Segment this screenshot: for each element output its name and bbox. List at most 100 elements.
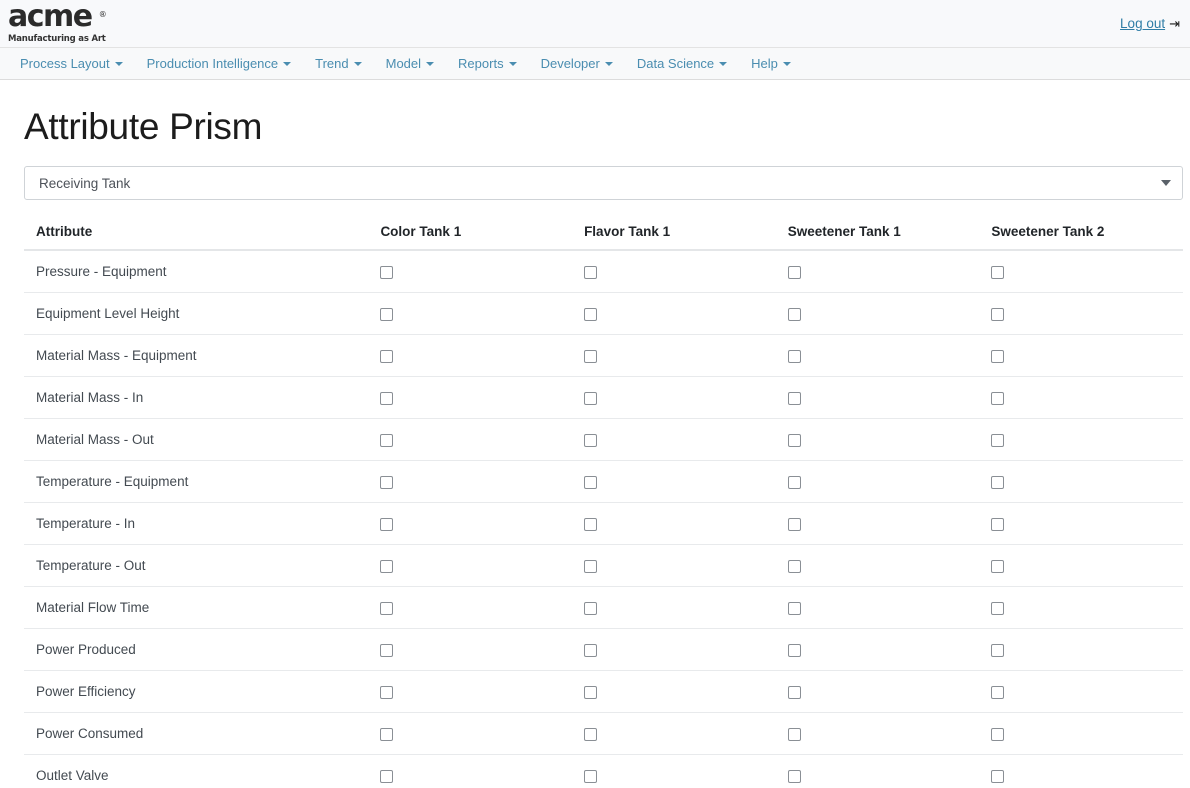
sign-out-icon[interactable]: ⇥ (1169, 17, 1180, 30)
attribute-checkbox[interactable] (991, 433, 1005, 447)
checkbox-cell (572, 334, 776, 377)
attribute-checkbox[interactable] (787, 685, 801, 699)
attribute-checkbox[interactable] (380, 433, 394, 447)
attribute-checkbox[interactable] (380, 391, 394, 405)
checkbox-cell (979, 502, 1183, 545)
nav-item-label: Data Science (636, 56, 715, 71)
attribute-checkbox[interactable] (584, 391, 598, 405)
acme-logo[interactable]: acme ® Manufacturing as Art (0, 2, 107, 45)
attribute-checkbox[interactable] (991, 769, 1005, 783)
attribute-checkbox[interactable] (584, 769, 598, 783)
attribute-checkbox[interactable] (584, 643, 598, 657)
nav-item-model[interactable]: Model (374, 52, 446, 75)
attribute-checkbox[interactable] (380, 643, 394, 657)
attribute-checkbox[interactable] (991, 517, 1005, 531)
checkbox-cell (775, 586, 980, 629)
logout-link[interactable]: Log out (1120, 16, 1165, 31)
attribute-checkbox[interactable] (584, 349, 598, 363)
checkbox-cell (979, 292, 1183, 335)
attribute-checkbox[interactable] (991, 601, 1005, 615)
checkbox-cell (979, 460, 1183, 503)
attribute-checkbox[interactable] (787, 517, 801, 531)
page-container: Attribute Prism Receiving Tank Attribute… (0, 106, 1190, 788)
attribute-checkbox[interactable] (380, 601, 394, 615)
attribute-checkbox[interactable] (991, 643, 1005, 657)
attribute-checkbox[interactable] (991, 265, 1005, 279)
table-row: Power Efficiency (24, 670, 1183, 713)
table-row: Material Mass - In (24, 376, 1183, 419)
attribute-checkbox[interactable] (991, 559, 1005, 573)
attribute-checkbox[interactable] (584, 517, 598, 531)
attribute-checkbox[interactable] (787, 559, 801, 573)
nav-item-process-layout[interactable]: Process Layout (8, 52, 135, 75)
attribute-checkbox[interactable] (991, 391, 1005, 405)
attribute-checkbox[interactable] (380, 475, 394, 489)
checkbox-cell (572, 502, 776, 545)
checkbox-cell (368, 712, 573, 755)
attribute-checkbox[interactable] (380, 307, 394, 321)
checkbox-cell (572, 250, 776, 293)
attribute-checkbox[interactable] (380, 349, 394, 363)
attribute-checkbox[interactable] (787, 643, 801, 657)
attribute-checkbox[interactable] (584, 685, 598, 699)
attribute-checkbox[interactable] (584, 727, 598, 741)
table-row: Temperature - In (24, 502, 1183, 545)
attribute-checkbox[interactable] (787, 601, 801, 615)
attribute-checkbox[interactable] (787, 349, 801, 363)
attribute-checkbox[interactable] (380, 727, 394, 741)
equipment-select[interactable]: Receiving Tank (24, 166, 1183, 200)
nav-item-developer[interactable]: Developer (529, 52, 625, 75)
column-header-sweetener-tank-1: Sweetener Tank 1 (775, 214, 980, 251)
checkbox-cell (368, 628, 573, 671)
caret-down-icon (508, 61, 517, 66)
attribute-checkbox[interactable] (380, 265, 394, 279)
nav-item-reports[interactable]: Reports (446, 52, 529, 75)
nav-item-production-intelligence[interactable]: Production Intelligence (135, 52, 304, 75)
checkbox-cell (572, 460, 776, 503)
attribute-checkbox[interactable] (787, 475, 801, 489)
attribute-label: Material Mass - Equipment (24, 334, 369, 377)
attribute-checkbox[interactable] (584, 559, 598, 573)
attribute-checkbox[interactable] (380, 685, 394, 699)
attribute-checkbox[interactable] (584, 307, 598, 321)
column-header-flavor-tank-1: Flavor Tank 1 (572, 214, 776, 251)
attribute-checkbox[interactable] (584, 475, 598, 489)
attribute-checkbox[interactable] (380, 517, 394, 531)
nav-item-data-science[interactable]: Data Science (625, 52, 739, 75)
attribute-checkbox[interactable] (380, 559, 394, 573)
attribute-checkbox[interactable] (787, 769, 801, 783)
checkbox-cell (368, 754, 573, 788)
brand-wordmark: acme ® (8, 2, 107, 32)
nav-item-help[interactable]: Help (739, 52, 803, 75)
checkbox-cell (572, 628, 776, 671)
attribute-checkbox[interactable] (584, 265, 598, 279)
attribute-checkbox[interactable] (787, 727, 801, 741)
attribute-label: Power Produced (24, 628, 369, 671)
attribute-label: Outlet Valve (24, 754, 369, 788)
checkbox-cell (775, 460, 980, 503)
attribute-checkbox[interactable] (991, 685, 1005, 699)
checkbox-cell (572, 376, 776, 419)
column-header-attribute: Attribute (24, 214, 369, 251)
nav-item-trend[interactable]: Trend (303, 52, 373, 75)
attribute-checkbox[interactable] (787, 265, 801, 279)
attribute-checkbox[interactable] (991, 475, 1005, 489)
checkbox-cell (368, 334, 573, 377)
nav-item-label: Trend (315, 56, 349, 71)
attribute-checkbox[interactable] (991, 727, 1005, 741)
main-navigation: Process Layout Production Intelligence Tre… (0, 48, 1190, 80)
attribute-label: Material Mass - In (24, 376, 369, 419)
attribute-checkbox[interactable] (787, 433, 801, 447)
attribute-checkbox[interactable] (787, 307, 801, 321)
attribute-checkbox[interactable] (584, 601, 598, 615)
checkbox-cell (368, 544, 573, 587)
checkbox-cell (775, 418, 980, 461)
attribute-checkbox[interactable] (787, 391, 801, 405)
attribute-checkbox[interactable] (380, 769, 394, 783)
attribute-label: Material Flow Time (24, 586, 369, 629)
attribute-checkbox[interactable] (991, 349, 1005, 363)
table-header: Attribute Color Tank 1 Flavor Tank 1 Sweete… (24, 214, 1183, 251)
attribute-checkbox[interactable] (991, 307, 1005, 321)
attribute-checkbox[interactable] (584, 433, 598, 447)
checkbox-cell (979, 418, 1183, 461)
